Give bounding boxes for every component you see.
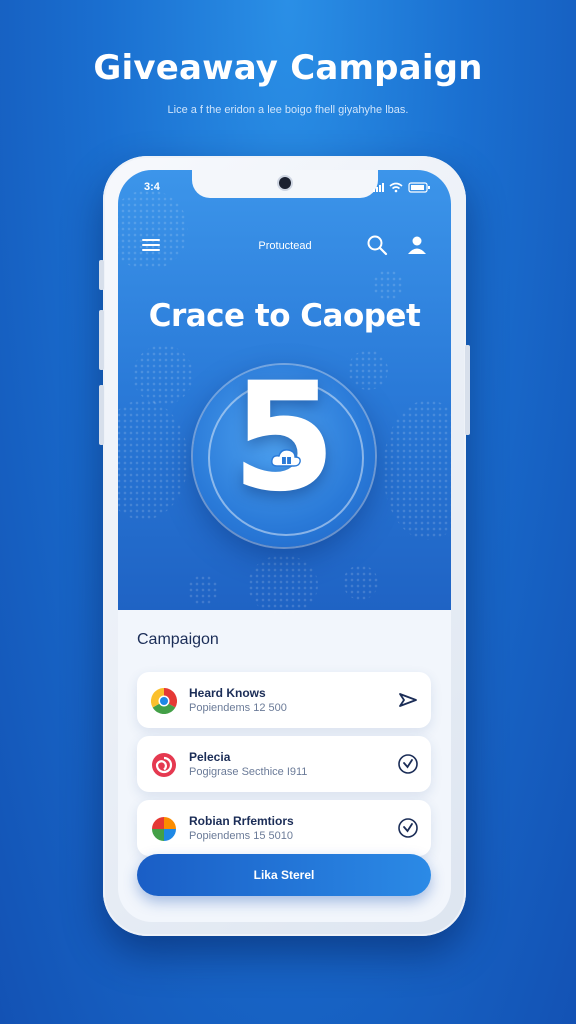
chrome-like-logo-icon [151, 688, 177, 714]
check-circle-icon[interactable] [397, 817, 419, 839]
swirl-logo-icon [152, 753, 176, 777]
phone-power-button [465, 345, 470, 435]
decor-dots [343, 565, 378, 600]
decor-dots [118, 190, 188, 270]
status-icons [373, 180, 433, 193]
phone-side-button [99, 260, 104, 290]
card-title: Heard Knows [189, 686, 266, 700]
poster-subtitle: Lice a f the eridon a lee boigo fhell gi… [167, 104, 409, 116]
card-subtitle: Pogigrase Secthice I911 [189, 766, 308, 778]
poster-title: Giveaway Campaign [93, 48, 483, 88]
app-screen: 3:4 Protuctead Crace to Caopet 5 Campaig… [118, 170, 451, 922]
decor-dots [373, 270, 403, 300]
decor-dots [133, 345, 193, 405]
section-title: Campaigon [137, 631, 219, 648]
user-icon[interactable] [406, 234, 428, 256]
front-camera [279, 177, 291, 189]
decor-dots [383, 400, 451, 540]
card-title: Robian Rrfemtiors [189, 814, 294, 828]
decor-dots [118, 400, 188, 520]
hamburger-icon[interactable] [142, 239, 160, 253]
colorful-logo-icon [152, 817, 176, 841]
cloud-gift-icon [271, 449, 301, 467]
hero-headline: Crace to Caopet [148, 298, 421, 334]
decor-dots [248, 555, 318, 615]
nav-title: Protuctead [258, 240, 312, 252]
decor-dots [188, 575, 218, 605]
phone-volume-down [99, 385, 104, 445]
cta-button[interactable]: Lika Sterel [137, 854, 431, 896]
signal-wifi-battery-icon [373, 182, 430, 193]
campaign-card[interactable]: Pelecia Pogigrase Secthice I911 [137, 736, 431, 792]
card-title: Pelecia [189, 750, 231, 764]
send-arrow-icon[interactable] [397, 689, 419, 711]
hero-number: 5 [231, 351, 337, 525]
status-time: 3:4 [144, 181, 160, 193]
card-subtitle: Popiendems 12 500 [189, 702, 287, 714]
campaign-card[interactable]: Heard Knows Popiendems 12 500 [137, 672, 431, 728]
check-circle-icon[interactable] [397, 753, 419, 775]
campaign-card[interactable]: Robian Rrfemtiors Popiendems 15 5010 [137, 800, 431, 856]
phone-volume-up [99, 310, 104, 370]
search-icon[interactable] [366, 234, 388, 256]
card-subtitle: Popiendems 15 5010 [189, 830, 293, 842]
